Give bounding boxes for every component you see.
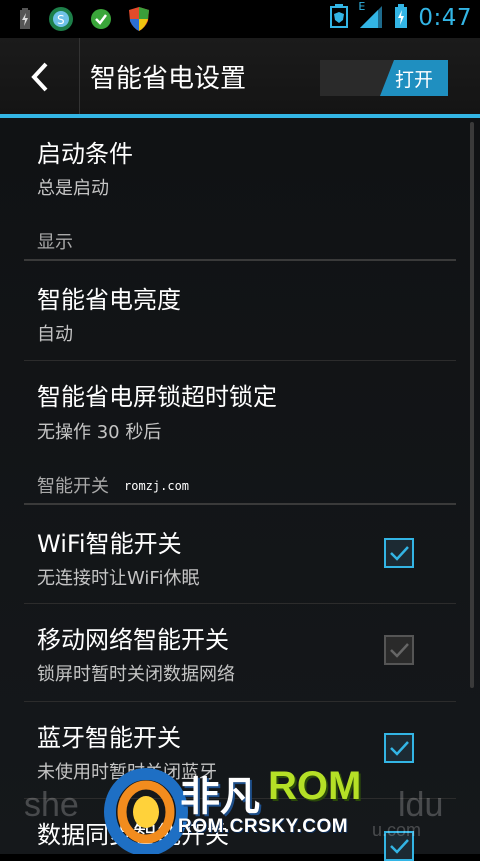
back-button[interactable] <box>26 62 56 92</box>
pref-title: 智能省电亮度 <box>37 286 181 314</box>
checkmark-icon <box>390 643 409 658</box>
category-display: 显示 <box>37 232 73 253</box>
checkmark-icon <box>390 546 409 561</box>
pref-summary: 无操作 30 秒后 <box>37 422 162 443</box>
shield-icon <box>128 7 150 35</box>
watermark-text: romzj.com <box>124 479 190 493</box>
toggle-on-label: 打开 <box>380 60 448 96</box>
mobile-checkbox[interactable] <box>384 635 414 665</box>
pref-brightness[interactable]: 智能省电亮度 自动 <box>0 262 456 360</box>
wifi-checkbox[interactable] <box>384 538 414 568</box>
pref-wifi-smart-switch[interactable]: WiFi智能开关 无连接时让WiFi休眠 <box>0 506 456 602</box>
bluetooth-checkbox[interactable] <box>384 733 414 763</box>
category-divider <box>24 503 456 505</box>
clock: 0:47 <box>418 5 472 31</box>
pref-title: 移动网络智能开关 <box>37 626 229 654</box>
pref-mobile-smart-switch[interactable]: 移动网络智能开关 锁屏时暂时关闭数据网络 <box>0 604 456 701</box>
pref-summary: 自动 <box>37 324 73 345</box>
network-type-label: E <box>358 0 366 13</box>
back-arrow-icon <box>31 62 48 92</box>
action-bar-divider <box>79 38 80 114</box>
pref-summary: 无连接时让WiFi休眠 <box>37 568 200 589</box>
pref-title: 智能省电屏锁超时锁定 <box>37 383 277 411</box>
battery-charging-icon <box>18 8 32 34</box>
scrollbar[interactable] <box>470 122 474 688</box>
pref-start-condition[interactable]: 启动条件 总是启动 <box>0 118 456 214</box>
page-title: 智能省电设置 <box>90 64 247 94</box>
category-divider <box>24 259 456 261</box>
pref-title: 蓝牙智能开关 <box>37 724 181 752</box>
status-bar: S E 0:47 <box>0 0 480 38</box>
watermark-ghost-left: she <box>24 786 79 824</box>
checkmark-icon <box>390 741 409 756</box>
logo-url: ROM.CRSKY.COM <box>178 816 349 837</box>
settings-list: 启动条件 总是启动 显示 智能省电亮度 自动 智能省电屏锁超时锁定 无操作 30… <box>0 118 480 861</box>
logo-text-part2: ROM <box>268 764 362 808</box>
pref-title: WiFi智能开关 <box>37 530 182 558</box>
svg-text:S: S <box>57 13 65 27</box>
logo-swirl-icon <box>104 768 188 854</box>
watermark-logo: 非凡 ROM ROM.CRSKY.COM <box>100 762 390 854</box>
security-icon <box>330 4 349 32</box>
battery-icon <box>394 4 408 32</box>
browser-icon: S <box>48 6 74 36</box>
pref-summary: 总是启动 <box>37 178 109 199</box>
power-saving-toggle[interactable]: 打开 <box>320 60 448 96</box>
check-circle-icon <box>90 8 112 34</box>
category-smart-switch: 智能开关 <box>37 476 109 497</box>
pref-title: 启动条件 <box>37 140 133 168</box>
signal-icon: E <box>358 0 384 32</box>
pref-screen-lock-timeout[interactable]: 智能省电屏锁超时锁定 无操作 30 秒后 <box>0 361 456 461</box>
pref-summary: 锁屏时暂时关闭数据网络 <box>37 664 235 685</box>
logo-text-part1: 非凡 <box>180 775 260 819</box>
